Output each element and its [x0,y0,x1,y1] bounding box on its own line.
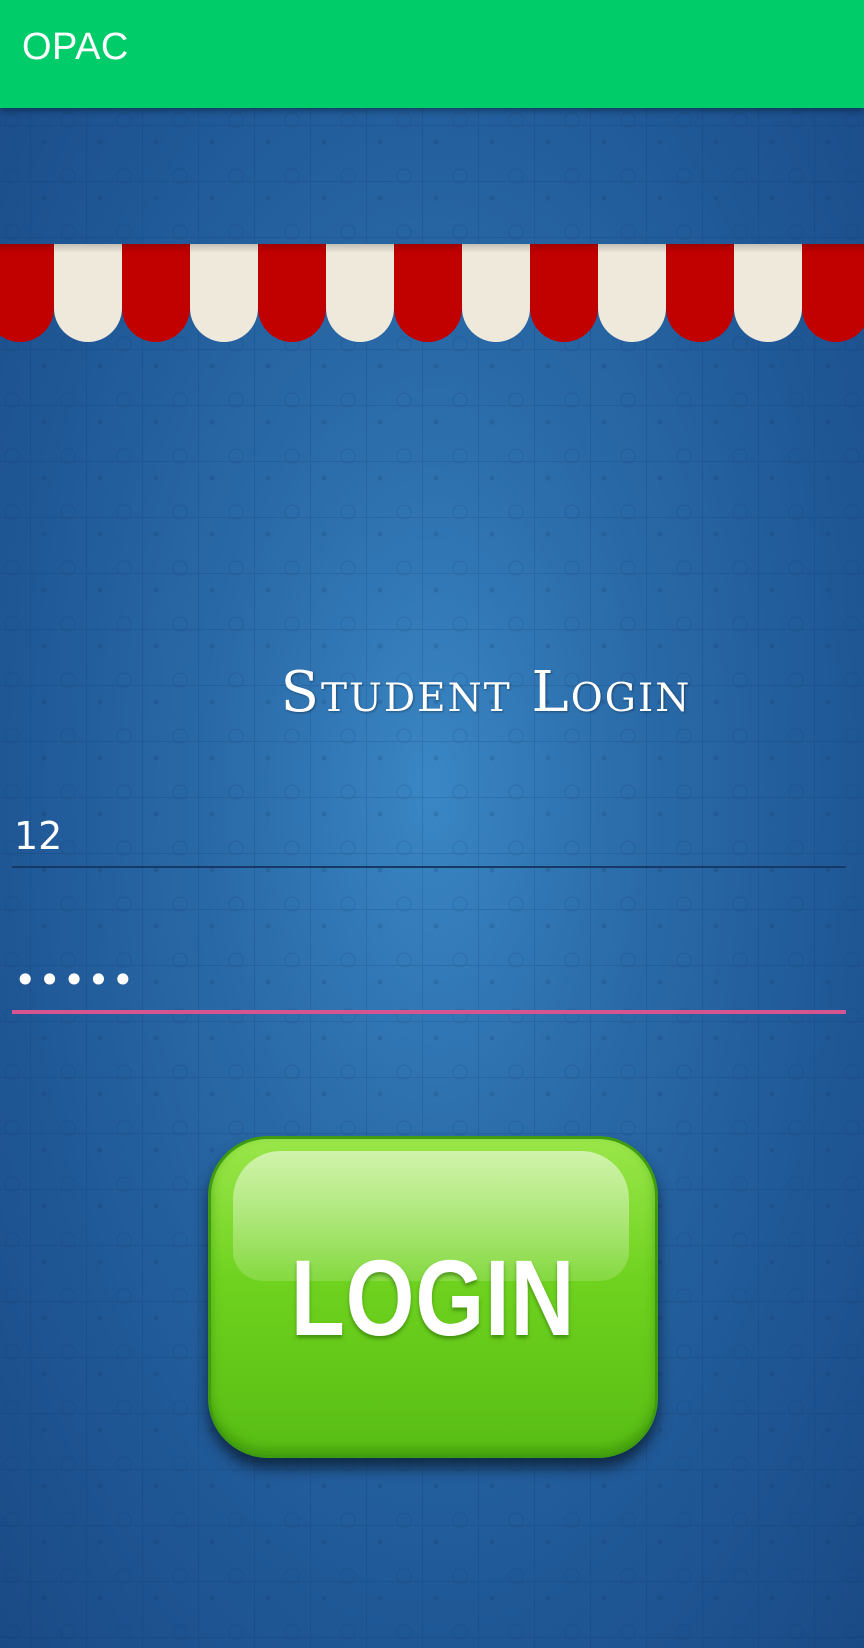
username-field[interactable] [12,806,846,868]
login-button-label: LOGIN [290,1236,576,1358]
password-field[interactable] [12,950,846,1014]
password-input[interactable] [12,950,846,1010]
password-underline [12,1010,846,1014]
app-bar: OPAC [0,0,864,108]
username-input[interactable] [12,806,846,866]
username-underline [12,866,846,868]
login-button[interactable]: LOGIN [208,1136,658,1458]
app-title: OPAC [22,26,129,68]
shop-awning-image [0,244,864,342]
student-login-heading: Student Login [280,660,692,725]
login-screen: OPAC Student Login LOGIN [0,0,864,1648]
